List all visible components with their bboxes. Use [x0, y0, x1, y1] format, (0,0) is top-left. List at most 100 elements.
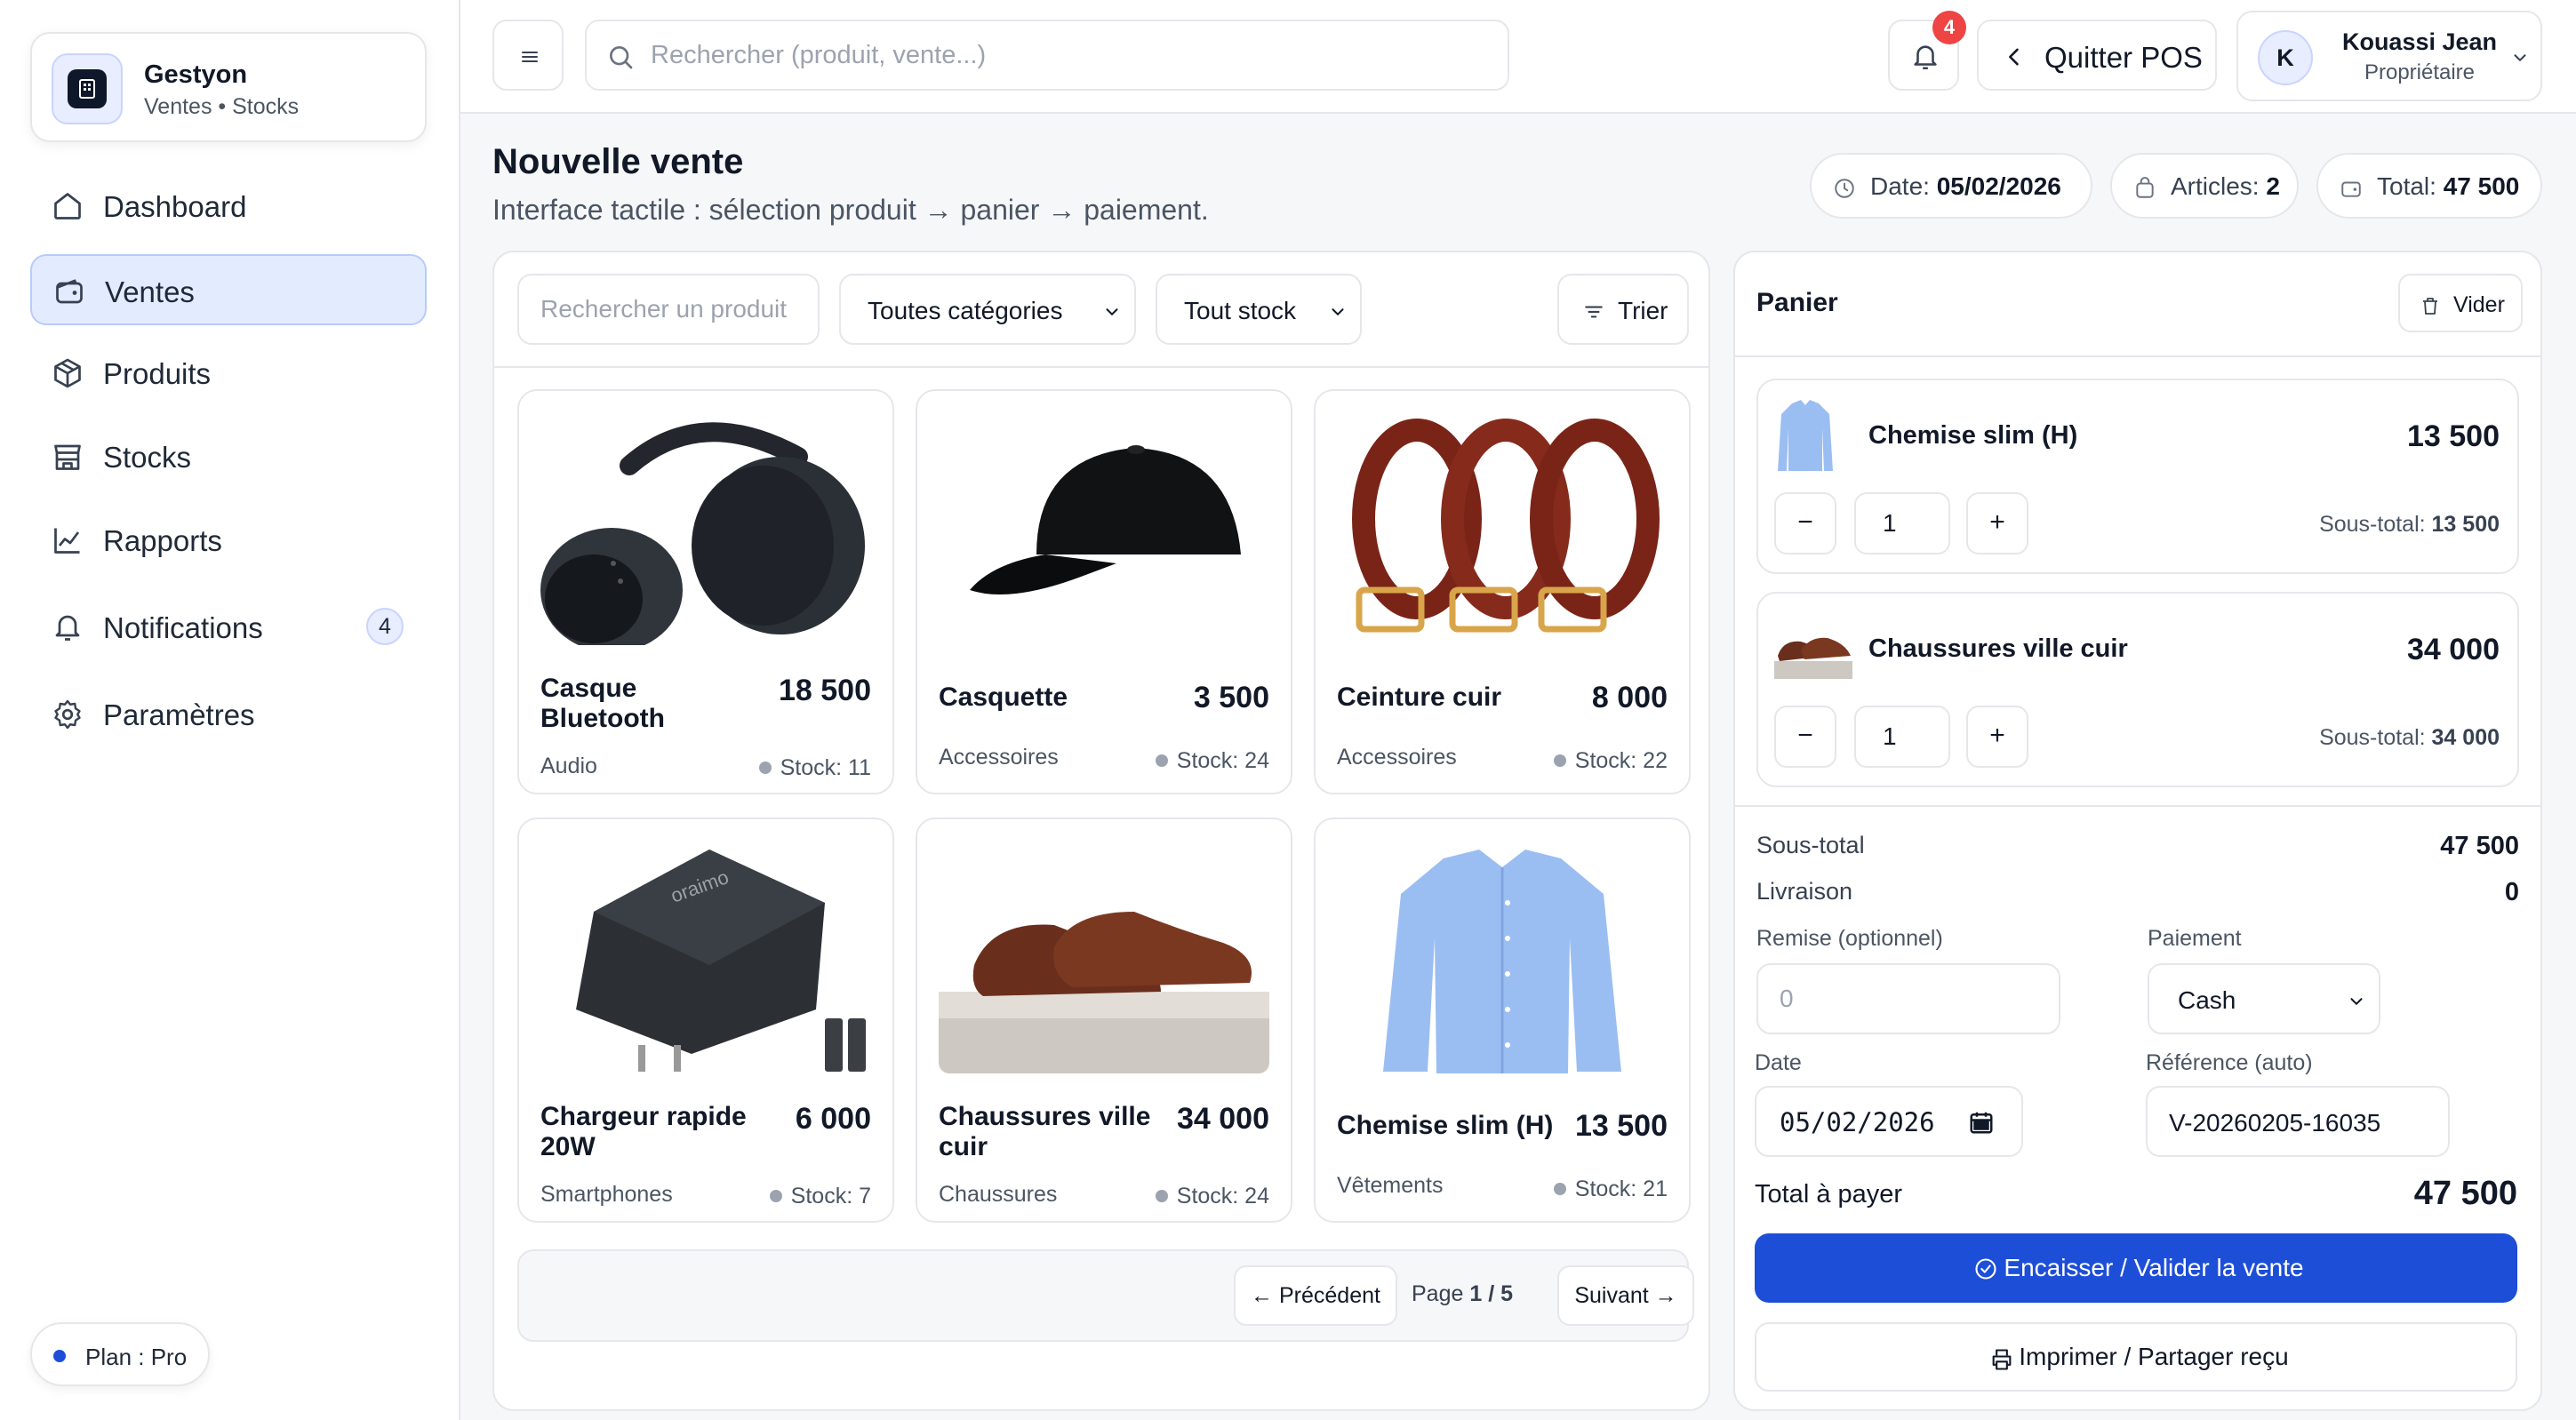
menu-toggle-button[interactable] — [492, 20, 564, 91]
next-page-button[interactable]: Suivant → — [1557, 1265, 1694, 1326]
stock-status-dot — [758, 762, 772, 774]
stock-status-dot — [1553, 1183, 1566, 1195]
app-logo — [52, 53, 123, 124]
product-image-charger: oraimo — [540, 841, 871, 1073]
product-card-ceinture-cuir[interactable]: Ceinture cuir 8 000 Accessoires Stock: 2… — [1314, 389, 1691, 794]
brand-name: Gestyon — [144, 60, 248, 89]
chevron-down-icon — [2514, 54, 2526, 62]
pagination: ← Précédent Page 1 / 5 Suivant → — [517, 1249, 1694, 1342]
validate-sale-button[interactable]: Encaisser / Valider la vente — [1755, 1233, 2517, 1303]
articles-pill: Articles: 2 — [2110, 153, 2299, 219]
sidebar-item-notifications[interactable]: Notifications 4 — [30, 592, 427, 663]
product-name: Chargeur rapide 20W — [540, 1102, 747, 1161]
product-stock-label: Stock: 11 — [780, 755, 871, 780]
bell-icon — [55, 615, 80, 641]
print-receipt-label: Imprimer / Partager reçu — [2019, 1343, 2289, 1370]
notification-count-badge: 4 — [366, 608, 404, 645]
clock-icon — [1835, 179, 1854, 198]
cart-header: Panier Vider — [1735, 252, 2540, 357]
stock-status-dot — [769, 1190, 782, 1202]
sidebar-item-rapports[interactable]: Rapports — [30, 505, 427, 576]
increase-quantity-button[interactable]: + — [1966, 492, 2028, 554]
quantity-input[interactable] — [1854, 492, 1950, 554]
product-card-casquette[interactable]: Casquette 3 500 Accessoires Stock: 24 — [916, 389, 1292, 794]
product-stock-label: Stock: 24 — [1176, 748, 1269, 773]
category-select-value: Toutes catégories — [868, 297, 1063, 324]
product-category: Accessoires — [1337, 745, 1457, 770]
cart-line-subtotal-value: 13 500 — [2431, 512, 2500, 537]
cart-line-thumbnail — [1774, 396, 1836, 471]
quantity-input[interactable] — [1854, 706, 1950, 768]
product-category: Smartphones — [540, 1182, 673, 1207]
gear-icon — [54, 699, 81, 730]
category-select[interactable]: Toutes catégories — [839, 274, 1136, 345]
trash-icon — [2423, 298, 2437, 315]
cart-line-name: Chaussures ville cuir — [1868, 634, 2128, 663]
product-price: 34 000 — [1177, 1102, 1269, 1136]
page-indicator: Page 1 / 5 — [1412, 1281, 1513, 1307]
product-stock-label: Stock: 21 — [1574, 1177, 1668, 1201]
sidebar-item-stocks[interactable]: Stocks — [30, 421, 427, 492]
products-panel: Toutes catégories Tout stock Trier Casqu… — [492, 251, 1710, 1411]
chevron-left-icon — [2009, 48, 2019, 66]
product-search-input[interactable] — [517, 274, 820, 345]
cart-line-price: 13 500 — [2407, 419, 2500, 453]
stock-select[interactable]: Tout stock — [1156, 274, 1362, 345]
home-icon — [54, 193, 81, 219]
wallet-icon — [56, 279, 83, 304]
sort-button[interactable]: Trier — [1557, 274, 1689, 345]
sidebar-item-produits[interactable]: Produits — [30, 338, 427, 409]
user-menu[interactable]: K Kouassi Jean Propriétaire — [2236, 11, 2542, 101]
sort-icon — [1585, 306, 1603, 318]
date-pill-label: Date: — [1870, 172, 1930, 200]
decrease-quantity-button[interactable]: − — [1774, 492, 1836, 554]
product-price: 18 500 — [779, 674, 871, 707]
product-card-chaussures-ville-cuir[interactable]: Chaussures ville cuir 34 000 Chaussures … — [916, 818, 1292, 1223]
decrease-quantity-button[interactable]: − — [1774, 706, 1836, 768]
cart-line-subtotal: Sous-total: 34 000 — [2319, 725, 2500, 751]
product-card-chemise-slim[interactable]: Chemise slim (H) 13 500 Vêtements Stock:… — [1314, 818, 1691, 1223]
reference-field[interactable]: V-20260205-16035 — [2146, 1086, 2450, 1157]
stock-status-dot — [1155, 1190, 1168, 1202]
product-filters: Toutes catégories Tout stock Trier — [494, 252, 1708, 368]
product-stock-label: Stock: 22 — [1574, 748, 1668, 773]
product-price: 13 500 — [1575, 1109, 1668, 1143]
product-category: Accessoires — [939, 745, 1059, 770]
chevron-down-icon — [2350, 998, 2363, 1006]
delivery-value: 0 — [2504, 878, 2519, 906]
sale-date-input[interactable]: 05/02/2026 — [1755, 1086, 2023, 1157]
product-card-chargeur-rapide[interactable]: oraimo Chargeur rapide 20W 6 000 Smartph… — [517, 818, 894, 1223]
sidebar-item-label: Dashboard — [103, 190, 247, 223]
search-icon — [610, 46, 633, 69]
quit-pos-button[interactable]: Quitter POS — [1977, 20, 2217, 91]
clear-cart-label: Vider — [2453, 292, 2505, 317]
sidebar-item-label: Rapports — [103, 524, 222, 557]
product-name: Ceinture cuir — [1337, 682, 1502, 712]
brand-card[interactable]: Gestyon Ventes • Stocks — [30, 32, 427, 142]
global-search-input[interactable] — [651, 34, 1486, 76]
sidebar: Gestyon Ventes • Stocks Dashboard Ventes… — [0, 0, 460, 1420]
previous-page-button[interactable]: ← Précédent — [1234, 1265, 1397, 1326]
page-current: 1 / 5 — [1469, 1281, 1513, 1306]
chart-line-icon — [54, 528, 80, 554]
sidebar-item-dashboard[interactable]: Dashboard — [30, 171, 427, 242]
box-icon — [54, 358, 81, 388]
reference-value: V-20260205-16035 — [2169, 1109, 2381, 1137]
increase-quantity-button[interactable]: + — [1966, 706, 2028, 768]
product-price: 8 000 — [1591, 681, 1668, 714]
delivery-label: Livraison — [1756, 878, 1853, 905]
global-search[interactable] — [585, 20, 1509, 91]
clear-cart-button[interactable]: Vider — [2398, 274, 2523, 332]
plan-label: Plan : Pro — [85, 1344, 188, 1370]
stock-select-value: Tout stock — [1184, 297, 1297, 324]
payment-method-select[interactable]: Cash — [2148, 963, 2380, 1034]
sidebar-item-parametres[interactable]: Paramètres — [30, 679, 427, 750]
page-title: Nouvelle vente — [492, 142, 744, 181]
discount-input[interactable] — [1756, 963, 2060, 1034]
sidebar-item-ventes[interactable]: Ventes — [30, 254, 427, 325]
plan-badge[interactable]: Plan : Pro — [30, 1322, 210, 1386]
print-receipt-button[interactable]: Imprimer / Partager reçu — [1755, 1322, 2517, 1392]
cart-title: Panier — [1756, 288, 1838, 317]
product-card-casque-bluetooth[interactable]: Casque Bluetooth 18 500 Audio Stock: 11 — [517, 389, 894, 794]
sidebar-item-label: Stocks — [103, 441, 192, 474]
